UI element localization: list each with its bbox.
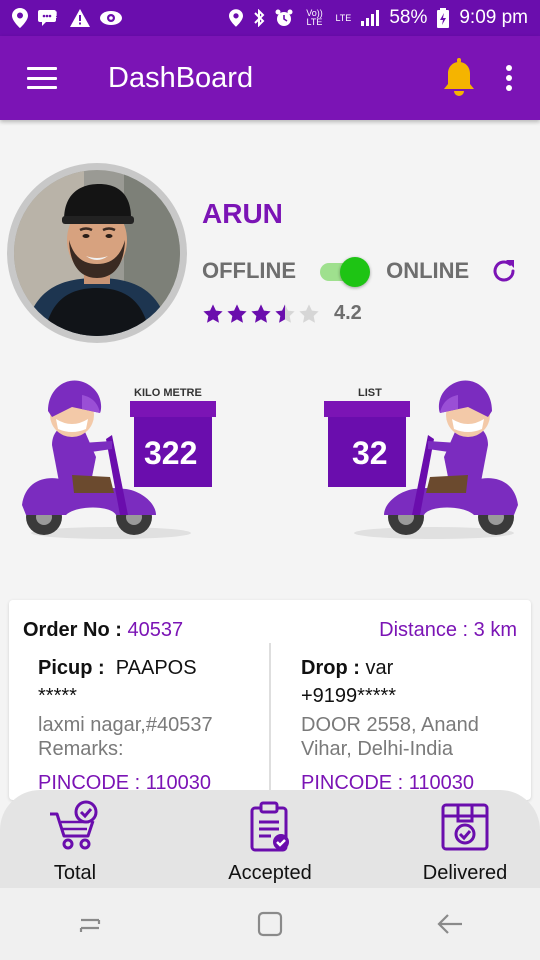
package-check-icon [441,803,489,851]
pickup-details: Picup : PAAPOS ***** laxmi nagar,#40537 … [38,655,268,794]
avatar[interactable] [7,163,187,343]
bell-icon[interactable] [442,58,476,98]
order-number: Order No : 40537 [23,619,183,642]
tab-delivered[interactable]: Delivered [400,800,530,885]
pickup-name: PAAPOS [115,657,197,679]
star-rating [202,303,320,325]
rating-value: 4.2 [334,302,362,324]
tab-delivered-label: Delivered [422,862,508,884]
alarm-icon [275,9,293,26]
pickup-remarks: Remarks: [38,738,124,760]
recent-apps-icon [79,918,101,932]
tab-accepted[interactable]: Accepted [205,800,335,885]
star-half-icon [275,303,295,323]
battery-percent: 58% [389,7,428,28]
cart-check-icon [50,800,98,850]
app-bar: DashBoard [0,36,540,120]
home-button[interactable] [240,904,300,944]
order-number-label: Order No : [23,619,122,641]
online-toggle[interactable] [320,257,372,287]
more-options-icon[interactable] [506,65,512,91]
list-caption: LIST [358,387,382,399]
location-icon [229,9,244,27]
drop-details: Drop : var +9199***** DOOR 2558, Anand V… [301,655,531,794]
toggle-thumb [340,257,371,287]
tab-total-label: Total [53,862,97,884]
svg-text:!: ! [55,10,58,20]
signal-icon [361,10,380,26]
order-card[interactable]: Order No : 40537 Distance : 3 km Picup :… [9,600,531,800]
location-icon [12,8,28,28]
page-title: DashBoard [108,61,254,94]
driver-name: ARUN [202,198,283,229]
pickup-label: Picup : [38,657,105,679]
star-full-icon [251,303,271,323]
bottom-tab-bar: Total Accepted Delivered [0,790,540,890]
online-status-row: OFFLINE ONLINE [202,256,519,287]
drop-label: Drop : [301,657,360,679]
recent-apps-button[interactable] [60,904,120,944]
list-value: 32 [352,435,388,471]
refresh-icon[interactable] [489,256,519,286]
person-photo [14,170,180,336]
order-number-value: 40537 [127,619,184,641]
star-full-icon [227,303,247,323]
kilometre-stat-card[interactable]: KILO METRE 322 [16,365,216,545]
clipboard-check-icon [250,801,289,852]
avatar-photo [14,170,180,336]
order-distance: Distance : 3 km [379,619,517,641]
chat-icon: ! [38,10,58,26]
status-bar-notifications: ! [12,8,122,28]
eye-icon [100,11,122,25]
rating-row: 4.2 [202,302,362,325]
warning-icon [70,9,90,27]
back-arrow-icon [437,914,462,934]
lte-indicator: LTE [335,12,352,23]
tab-total[interactable]: Total [10,800,140,885]
online-label: ONLINE [386,258,470,283]
list-stat-card[interactable]: LIST 32 [324,365,524,545]
offline-label: OFFLINE [202,258,297,283]
drop-phone: +9199***** [301,685,397,707]
drop-name: var [365,657,394,679]
star-empty-icon [299,303,319,323]
home-icon [257,911,283,937]
kilometre-value: 322 [144,435,198,471]
status-bar: ! Vo)) LTE LTE 58% 9:09 pm [0,0,540,36]
volte-indicator: Vo)) LTE [306,8,323,27]
system-nav-bar [0,888,540,960]
kilometre-caption: KILO METRE [134,387,202,399]
column-divider [269,643,271,800]
star-full-icon [203,303,223,323]
tab-accepted-label: Accepted [228,862,312,884]
menu-icon[interactable] [27,67,57,89]
clock: 9:09 pm [459,7,528,28]
back-button[interactable] [420,904,480,944]
status-bar-system: Vo)) LTE LTE 58% 9:09 pm [229,7,528,29]
pickup-address: laxmi nagar,#40537 [38,714,213,736]
pickup-phone: ***** [38,685,77,707]
bluetooth-icon [254,9,265,27]
drop-address: DOOR 2558, Anand Vihar, Delhi-India [301,714,479,760]
battery-icon [437,8,450,28]
